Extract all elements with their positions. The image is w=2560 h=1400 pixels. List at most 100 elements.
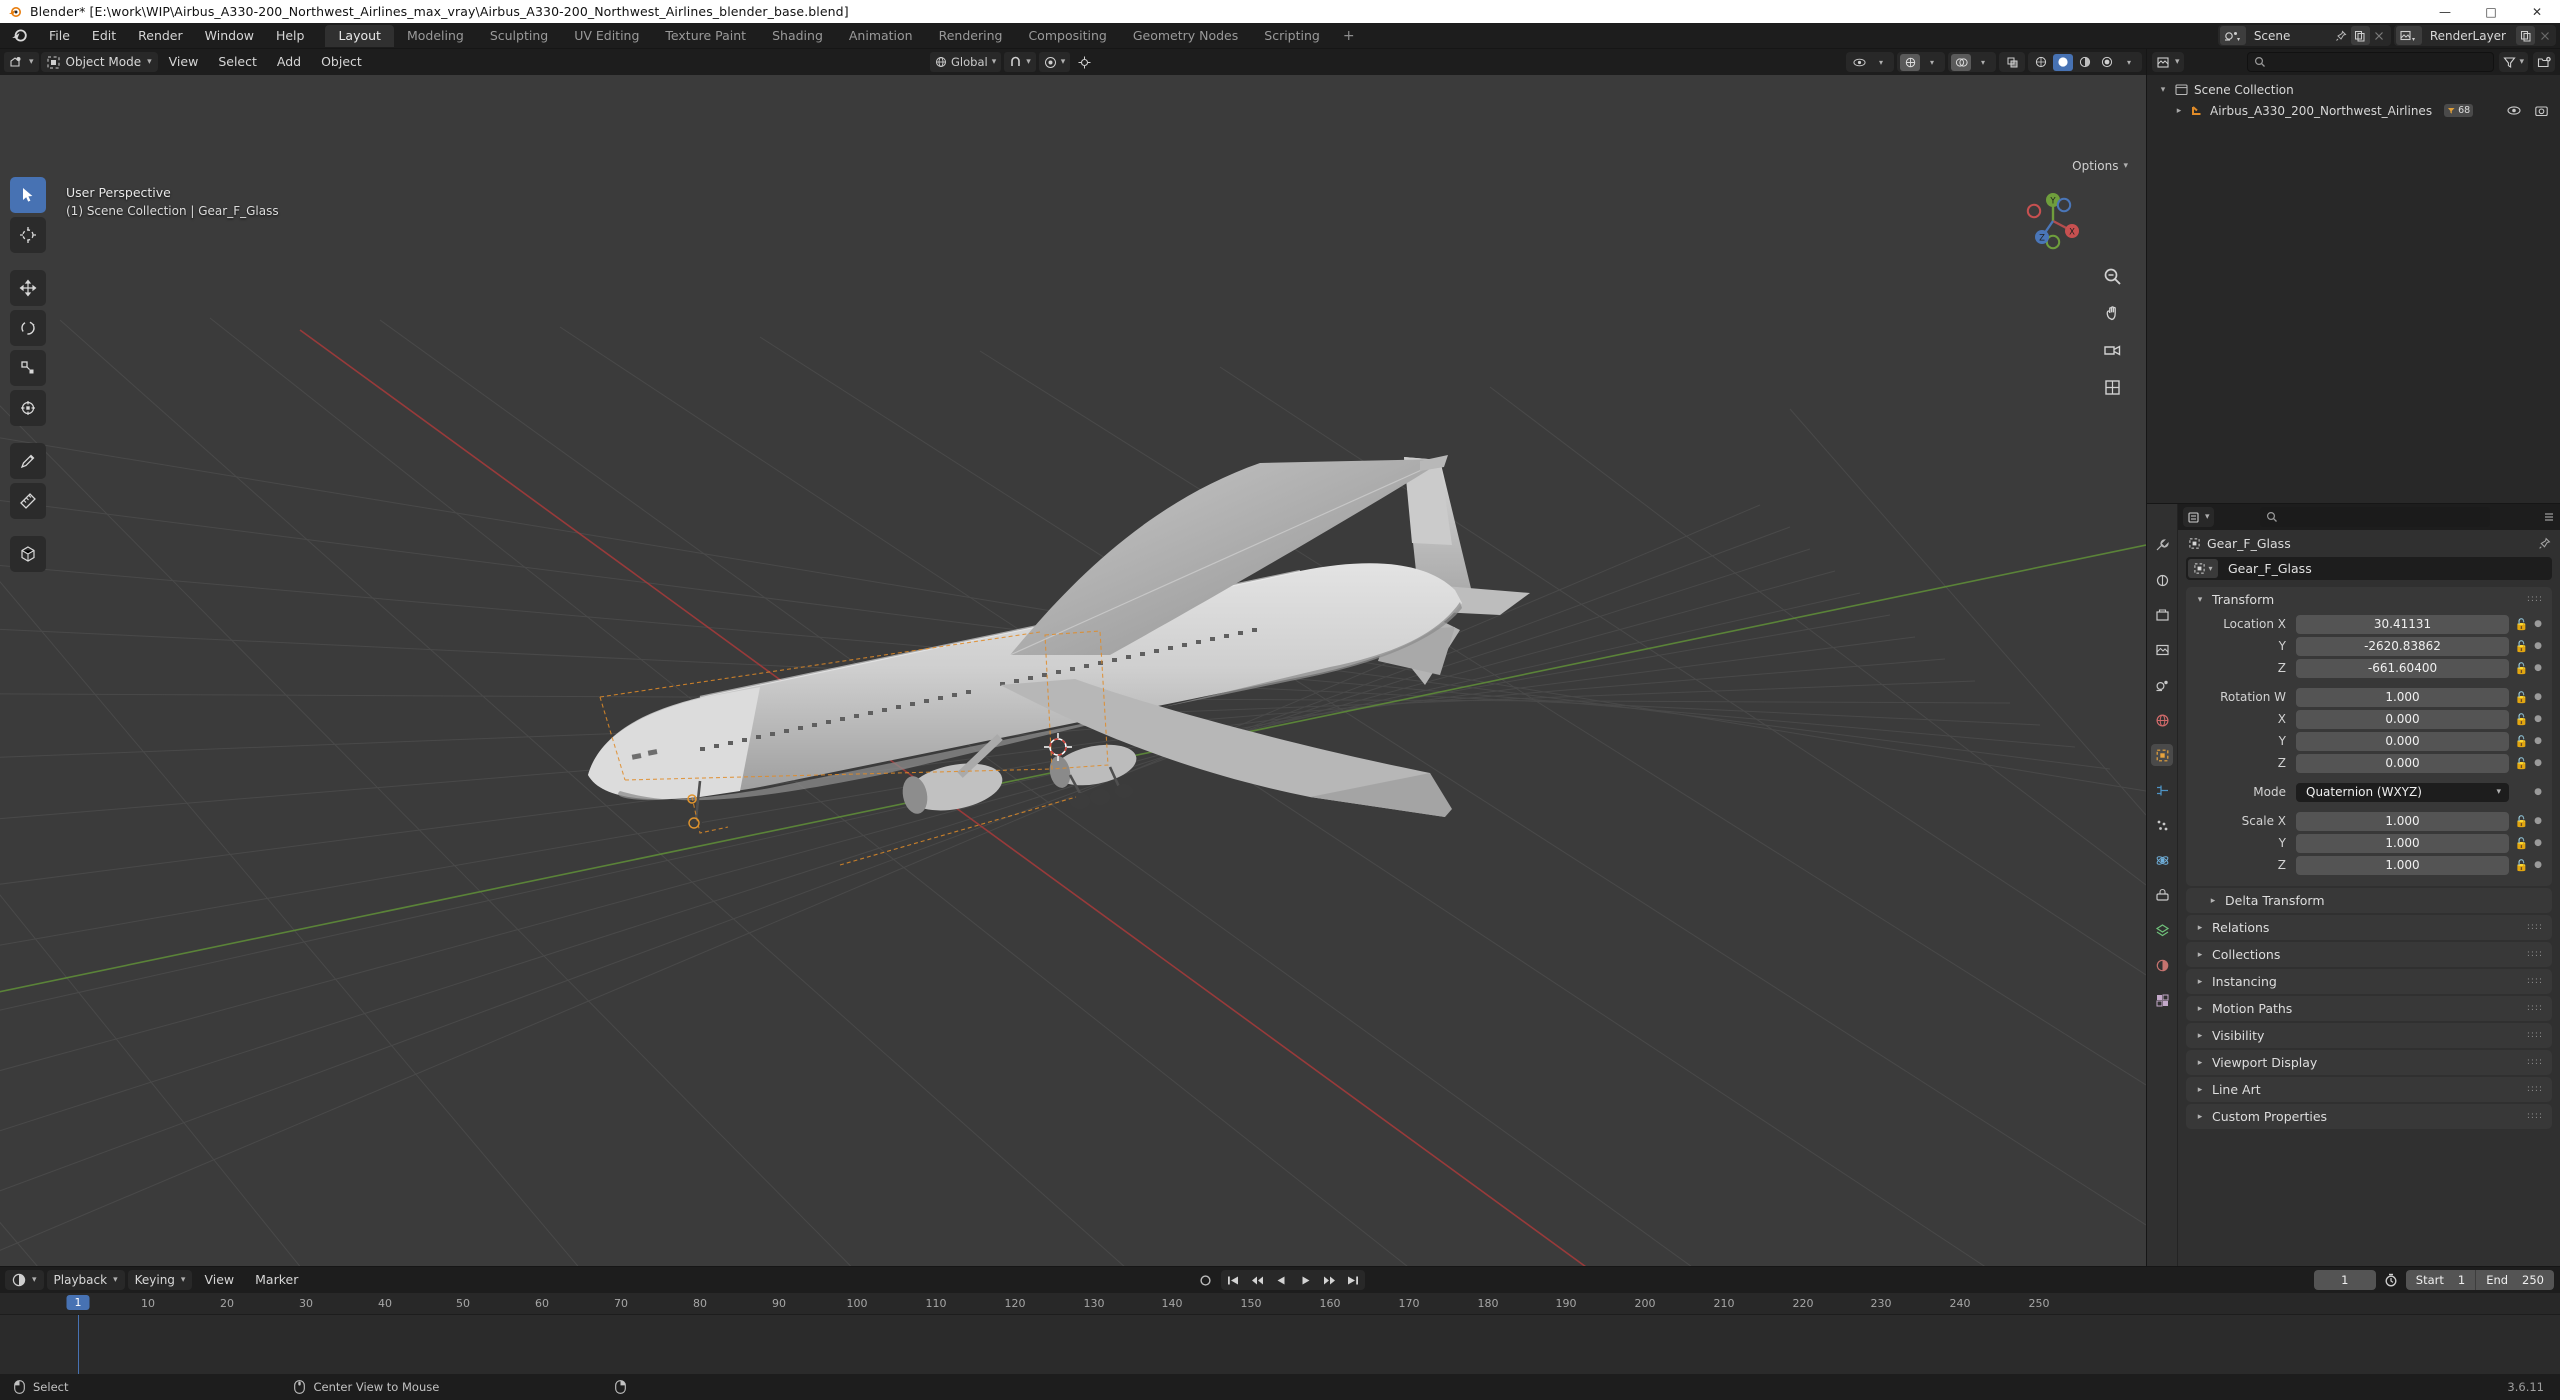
visibility-dropdown-icon[interactable]: ▾	[1871, 54, 1891, 71]
field-rotation-z[interactable]: 0.000	[2296, 753, 2509, 773]
field-scale-z[interactable]: 1.000	[2296, 855, 2509, 875]
animate-location-y-icon[interactable]: ●	[2534, 641, 2542, 651]
new-scene-icon[interactable]	[2350, 26, 2370, 45]
timeline-menu-marker[interactable]: Marker	[246, 1267, 307, 1293]
animate-scale-z-icon[interactable]: ●	[2534, 860, 2542, 870]
previous-keyframe-button[interactable]	[1245, 1270, 1269, 1290]
tab-shading[interactable]: Shading	[759, 25, 836, 47]
auto-keying-toggle[interactable]	[1195, 1270, 1215, 1290]
properties-editor-type-selector[interactable]: ▾	[2183, 507, 2214, 527]
pin-id-icon[interactable]	[2538, 537, 2551, 550]
camera-view-icon[interactable]	[2101, 339, 2123, 361]
pin-scene-icon[interactable]	[2332, 26, 2351, 45]
field-rotation-x[interactable]: 0.000	[2296, 709, 2509, 729]
lock-scale-y-icon[interactable]: 🔓	[2515, 837, 2529, 850]
gizmo-pill[interactable]: ▾	[1897, 52, 1945, 72]
maximize-button[interactable]: □	[2468, 0, 2514, 23]
panel-motion-paths[interactable]: ▸ Motion Paths ::::	[2186, 996, 2552, 1021]
lock-scale-x-icon[interactable]: 🔓	[2515, 815, 2529, 828]
chevron-right-icon[interactable]: ▸	[2195, 977, 2205, 987]
tab-compositing[interactable]: Compositing	[1015, 25, 1119, 47]
tab-physics-properties[interactable]	[2151, 849, 2173, 871]
play-button[interactable]	[1293, 1270, 1317, 1290]
field-scale-y[interactable]: 1.000	[2296, 833, 2509, 853]
object-name-field[interactable]: Gear_F_Glass	[2228, 561, 2312, 576]
viewport-menu-add[interactable]: Add	[268, 49, 310, 75]
tool-cursor[interactable]	[10, 217, 46, 253]
lock-rotation-y-icon[interactable]: 🔓	[2515, 735, 2529, 748]
menu-edit[interactable]: Edit	[81, 23, 127, 49]
outliner-filter-button[interactable]: ▾	[2499, 52, 2528, 72]
add-workspace-button[interactable]: +	[1333, 28, 1365, 44]
tab-rendering[interactable]: Rendering	[926, 25, 1016, 47]
start-frame-field[interactable]: Start 1	[2406, 1270, 2475, 1290]
object-id-block[interactable]: ▾ Gear_F_Glass	[2186, 557, 2552, 580]
close-button[interactable]: ✕	[2514, 0, 2560, 23]
tab-tool-properties[interactable]	[2151, 534, 2173, 556]
show-overlays-icon[interactable]	[1951, 53, 1971, 71]
tool-transform[interactable]	[10, 390, 46, 426]
timeline-keying-dropdown[interactable]: Keying ▾	[127, 1270, 193, 1290]
animate-rotation-x-icon[interactable]: ●	[2534, 714, 2542, 724]
overlays-dropdown-icon[interactable]: ▾	[1973, 54, 1993, 71]
pan-hand-icon[interactable]	[2101, 302, 2123, 324]
current-frame-field[interactable]: 1	[2313, 1270, 2376, 1290]
object-types-visibility-icon[interactable]	[1849, 54, 1869, 71]
lock-location-x-icon[interactable]: 🔓	[2515, 618, 2529, 631]
gizmo-dropdown-icon[interactable]: ▾	[1922, 54, 1942, 71]
chevron-right-icon[interactable]: ▸	[2195, 1058, 2205, 1068]
chevron-right-icon[interactable]: ▸	[2208, 896, 2218, 906]
lock-location-y-icon[interactable]: 🔓	[2515, 640, 2529, 653]
field-location-z[interactable]: -661.60400	[2296, 658, 2509, 678]
lock-scale-z-icon[interactable]: 🔓	[2515, 859, 2529, 872]
outliner-row-scene-collection[interactable]: ▾ Scene Collection	[2147, 79, 2560, 100]
shading-modes-pill[interactable]: ▾	[2028, 52, 2142, 72]
tool-tweak-select[interactable]	[10, 177, 46, 213]
panel-line-art[interactable]: ▸ Line Art ::::	[2186, 1077, 2552, 1102]
viewport-menu-view[interactable]: View	[160, 49, 208, 75]
view-layer-name[interactable]: RenderLayer	[2422, 29, 2516, 43]
tool-rotate[interactable]	[10, 310, 46, 346]
overlays-pill[interactable]: ▾	[1948, 52, 1996, 72]
outliner-search-input[interactable]	[2246, 52, 2495, 72]
show-gizmo-icon[interactable]	[1900, 53, 1920, 71]
chevron-right-icon[interactable]: ▸	[2195, 1004, 2205, 1014]
animate-rotation-z-icon[interactable]: ●	[2534, 758, 2542, 768]
tab-object-constraint-properties[interactable]	[2151, 884, 2173, 906]
menu-render[interactable]: Render	[127, 23, 194, 49]
animate-rotation-w-icon[interactable]: ●	[2534, 692, 2542, 702]
tab-uv-editing[interactable]: UV Editing	[561, 25, 652, 47]
tab-material-properties[interactable]	[2151, 954, 2173, 976]
expand-triangle-icon[interactable]: ▸	[2173, 106, 2185, 116]
animate-location-x-icon[interactable]: ●	[2534, 619, 2542, 629]
properties-search-input[interactable]	[2259, 507, 2490, 527]
field-rotation-y[interactable]: 0.000	[2296, 731, 2509, 751]
use-preview-range-icon[interactable]	[2380, 1270, 2402, 1290]
expand-triangle-icon[interactable]: ▾	[2157, 85, 2169, 95]
field-rotation-mode[interactable]: Quaternion (WXYZ) ▾	[2296, 782, 2509, 802]
3d-viewport[interactable]: User Perspective (1) Scene Collection | …	[0, 75, 2146, 1266]
tool-move[interactable]	[10, 270, 46, 306]
tab-texture-properties[interactable]	[2151, 989, 2173, 1011]
tab-geometry-nodes[interactable]: Geometry Nodes	[1120, 25, 1251, 47]
tab-modeling[interactable]: Modeling	[394, 25, 477, 47]
transform-panel-header[interactable]: ▾ Transform ::::	[2186, 587, 2552, 612]
tab-world-properties[interactable]	[2151, 709, 2173, 731]
proportional-editing-toggle[interactable]: ▾	[1038, 52, 1071, 72]
tool-scale[interactable]	[10, 350, 46, 386]
hide-in-viewport-icon[interactable]	[2507, 105, 2521, 116]
end-frame-field[interactable]: End 250	[2475, 1270, 2554, 1290]
field-location-y[interactable]: -2620.83862	[2296, 636, 2509, 656]
properties-options-icon[interactable]	[2543, 511, 2555, 523]
visibility-selector-pill[interactable]: ▾	[1846, 52, 1894, 72]
lock-rotation-x-icon[interactable]: 🔓	[2515, 713, 2529, 726]
play-reverse-button[interactable]	[1269, 1270, 1293, 1290]
chevron-down-icon[interactable]: ▾	[2195, 595, 2205, 605]
animate-rotation-mode-icon[interactable]: ●	[2534, 787, 2542, 797]
snap-magnet-toggle[interactable]: ▾	[1004, 52, 1036, 72]
tab-particle-properties[interactable]	[2151, 814, 2173, 836]
field-rotation-w[interactable]: 1.000	[2296, 687, 2509, 707]
chevron-right-icon[interactable]: ▸	[2195, 1112, 2205, 1122]
tab-animation[interactable]: Animation	[836, 25, 926, 47]
jump-to-start-button[interactable]	[1221, 1270, 1245, 1290]
